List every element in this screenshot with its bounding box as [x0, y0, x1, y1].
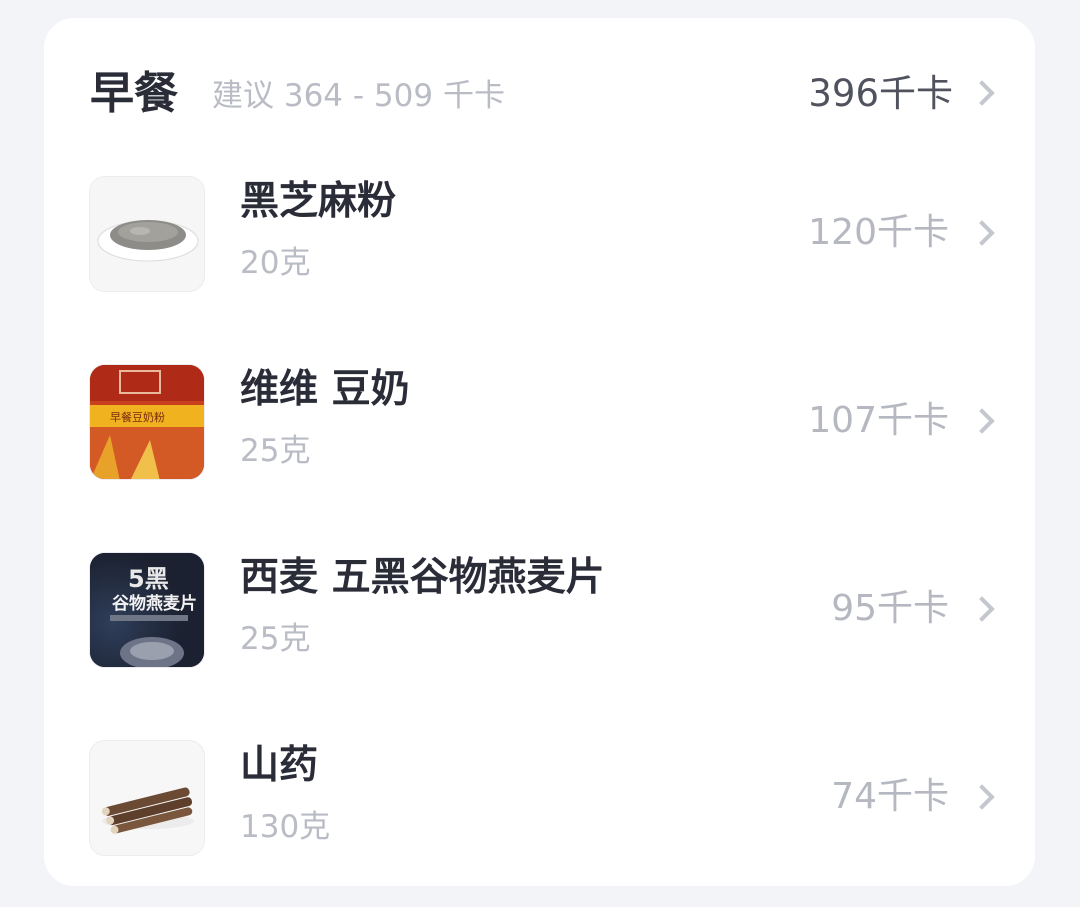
- soy-milk-package-photo: 早餐豆奶粉: [89, 364, 205, 480]
- cereal-package-photo: 5黑 谷物燕麦片: [89, 552, 205, 668]
- sesame-powder-photo: [89, 176, 205, 292]
- food-calories: 120千卡: [808, 212, 949, 253]
- chevron-right-icon: [969, 784, 995, 810]
- yam-photo: [89, 740, 205, 856]
- food-amount: 25克: [240, 433, 311, 469]
- chevron-right-icon: [969, 596, 995, 622]
- breakfast-card: 早餐 建议 364 - 509 千卡 396千卡 黑芝麻粉 20克 120千卡: [44, 18, 1035, 886]
- food-item-soy-milk[interactable]: 早餐豆奶粉 维维 豆奶 25克 107千卡: [44, 358, 1035, 498]
- chevron-right-icon: [969, 80, 995, 106]
- food-item-sesame[interactable]: 黑芝麻粉 20克 120千卡: [44, 170, 1035, 310]
- food-amount: 25克: [240, 621, 311, 657]
- food-item-cereal[interactable]: 5黑 谷物燕麦片 西麦 五黑谷物燕麦片 25克 95千卡: [44, 546, 1035, 686]
- food-item-yam[interactable]: 山药 130克 74千卡: [44, 734, 1035, 874]
- food-name: 维维 豆奶: [240, 367, 410, 412]
- food-amount: 20克: [240, 245, 311, 281]
- meal-title: 早餐: [90, 68, 178, 119]
- chevron-right-icon: [969, 408, 995, 434]
- food-calories: 107千卡: [808, 400, 949, 441]
- calorie-suggestion: 建议 364 - 509 千卡: [212, 78, 505, 114]
- soy-package-text: 早餐豆奶粉: [110, 410, 165, 424]
- chevron-right-icon: [969, 220, 995, 246]
- food-name: 西麦 五黑谷物燕麦片: [240, 555, 605, 600]
- food-name: 山药: [240, 743, 319, 788]
- food-calories: 95千卡: [831, 588, 949, 629]
- food-amount: 130克: [240, 809, 331, 845]
- food-calories: 74千卡: [831, 776, 949, 817]
- meal-total-calories: 396千卡: [808, 72, 953, 115]
- meal-header[interactable]: 早餐 建议 364 - 509 千卡 396千卡: [44, 18, 1035, 168]
- food-name: 黑芝麻粉: [240, 179, 397, 224]
- cereal-package-subtitle: 谷物燕麦片: [112, 593, 197, 614]
- cereal-package-title: 5黑: [128, 565, 169, 593]
